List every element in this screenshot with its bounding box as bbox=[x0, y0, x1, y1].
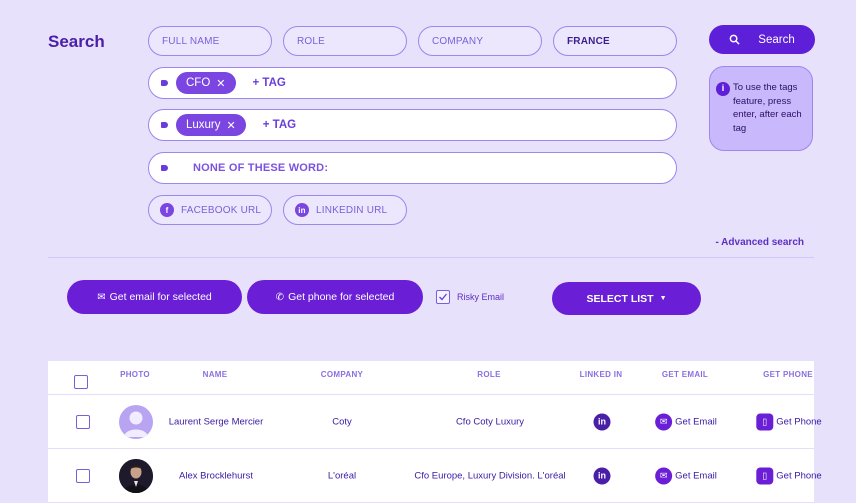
row-checkbox[interactable] bbox=[76, 414, 90, 429]
row-company: Coty bbox=[332, 416, 352, 427]
column-header-linkedin: LINKED IN bbox=[579, 370, 623, 379]
get-email-label: Get Email bbox=[675, 470, 717, 481]
add-tag-button[interactable]: + TAG bbox=[253, 77, 286, 89]
tag-input-2[interactable]: Luxury ✕ + TAG bbox=[148, 109, 677, 141]
row-name: Laurent Serge Mercier bbox=[168, 416, 264, 427]
add-tag-button[interactable]: + TAG bbox=[263, 119, 296, 131]
tip-text: To use the tags feature, press enter, af… bbox=[733, 82, 802, 134]
risky-email-label: Risky Email bbox=[457, 292, 505, 302]
column-header-get-phone: GET PHONE bbox=[763, 370, 813, 379]
get-email-button[interactable]: ✉ Get Email bbox=[655, 413, 717, 430]
select-list-dropdown[interactable]: SELECT LIST ▼ bbox=[552, 282, 701, 315]
divider bbox=[48, 257, 814, 258]
linkedin-icon: in bbox=[295, 203, 309, 217]
search-button[interactable]: Search bbox=[709, 25, 815, 54]
tag-chip-cfo[interactable]: CFO ✕ bbox=[176, 72, 236, 94]
tag-input-1[interactable]: CFO ✕ + TAG bbox=[148, 67, 677, 99]
none-of-these-words-placeholder: NONE OF THESE WORD: bbox=[193, 162, 329, 174]
avatar bbox=[119, 404, 153, 439]
full-name-input[interactable]: FULL NAME bbox=[148, 26, 272, 56]
close-icon[interactable]: ✕ bbox=[216, 77, 225, 90]
linkedin-url-input[interactable]: in LINKEDIN URL bbox=[283, 195, 407, 225]
linkedin-url-label: LINKEDIN URL bbox=[316, 204, 388, 216]
none-of-these-words-input[interactable]: NONE OF THESE WORD: bbox=[148, 152, 677, 184]
row-role: Cfo Europe, Luxury Division. L'oréal bbox=[414, 470, 566, 481]
table-row[interactable]: Laurent Serge Mercier Coty Cfo Coty Luxu… bbox=[48, 395, 822, 449]
user-placeholder-icon bbox=[124, 411, 148, 437]
select-all-checkbox[interactable] bbox=[74, 375, 88, 389]
get-email-label: Get Email bbox=[675, 416, 717, 427]
select-list-label: SELECT LIST bbox=[586, 292, 654, 305]
phone-icon: ▯ bbox=[756, 413, 774, 430]
avatar bbox=[119, 458, 153, 493]
get-phone-button[interactable]: ▯ Get Phone bbox=[756, 467, 822, 484]
risky-email-option[interactable]: Risky Email bbox=[436, 290, 504, 304]
checkmark-icon bbox=[439, 293, 448, 301]
phone-icon: ✆ bbox=[275, 291, 285, 303]
get-phone-label: Get Phone bbox=[776, 470, 822, 481]
facebook-url-input[interactable]: f FACEBOOK URL bbox=[148, 195, 272, 225]
tags-tip: i To use the tags feature, press enter, … bbox=[709, 66, 813, 151]
advanced-search-link[interactable]: - Advanced search bbox=[715, 237, 804, 248]
search-icon bbox=[729, 34, 740, 45]
role-input[interactable]: ROLE bbox=[283, 26, 407, 56]
row-checkbox[interactable] bbox=[76, 468, 90, 483]
info-icon: i bbox=[716, 82, 730, 96]
column-header-name: NAME bbox=[202, 370, 228, 379]
close-icon[interactable]: ✕ bbox=[227, 119, 236, 132]
get-phone-button[interactable]: ▯ Get Phone bbox=[756, 413, 822, 430]
facebook-url-label: FACEBOOK URL bbox=[181, 204, 262, 216]
tag-chip-luxury[interactable]: Luxury ✕ bbox=[176, 114, 246, 136]
row-role: Cfo Coty Luxury bbox=[455, 416, 525, 427]
envelope-icon: ✉ bbox=[97, 291, 106, 303]
get-phone-label: Get Phone bbox=[776, 416, 822, 427]
company-input[interactable]: COMPANY bbox=[418, 26, 542, 56]
caret-down-icon: ▼ bbox=[659, 295, 667, 302]
table-header: PHOTO NAME COMPANY ROLE LINKED IN GET EM… bbox=[48, 361, 814, 395]
table-row[interactable]: Alex Brocklehurst L'oréal Cfo Europe, Lu… bbox=[48, 449, 822, 503]
tag-icon bbox=[161, 165, 168, 171]
get-email-button[interactable]: ✉ Get Email bbox=[655, 467, 717, 484]
country-input[interactable]: FRANCE bbox=[553, 26, 677, 56]
column-header-role: ROLE bbox=[477, 370, 501, 379]
risky-email-checkbox[interactable] bbox=[436, 290, 450, 304]
envelope-icon: ✉ bbox=[655, 413, 673, 430]
column-header-photo: PHOTO bbox=[120, 370, 150, 379]
tag-chip-label: Luxury bbox=[186, 119, 221, 131]
phone-icon: ▯ bbox=[756, 467, 774, 484]
row-name: Alex Brocklehurst bbox=[179, 470, 253, 481]
get-phone-selected-label: Get phone for selected bbox=[288, 291, 395, 303]
get-email-selected-button[interactable]: ✉ Get email for selected bbox=[67, 280, 242, 314]
get-phone-selected-button[interactable]: ✆ Get phone for selected bbox=[247, 280, 423, 314]
linkedin-icon[interactable]: in bbox=[593, 413, 611, 430]
tag-chip-label: CFO bbox=[186, 77, 211, 89]
person-photo-icon bbox=[119, 458, 153, 493]
tag-icon bbox=[161, 80, 168, 86]
row-company: L'oréal bbox=[327, 470, 357, 481]
results-table: PHOTO NAME COMPANY ROLE LINKED IN GET EM… bbox=[48, 361, 822, 503]
envelope-icon: ✉ bbox=[655, 467, 673, 484]
get-email-selected-label: Get email for selected bbox=[109, 291, 212, 303]
facebook-icon: f bbox=[160, 203, 174, 217]
column-header-company: COMPANY bbox=[320, 370, 364, 379]
search-button-label: Search bbox=[758, 33, 795, 46]
linkedin-icon[interactable]: in bbox=[593, 467, 611, 484]
tag-icon bbox=[161, 122, 168, 128]
page-title: Search bbox=[48, 32, 105, 51]
column-header-get-email: GET EMAIL bbox=[661, 370, 709, 379]
